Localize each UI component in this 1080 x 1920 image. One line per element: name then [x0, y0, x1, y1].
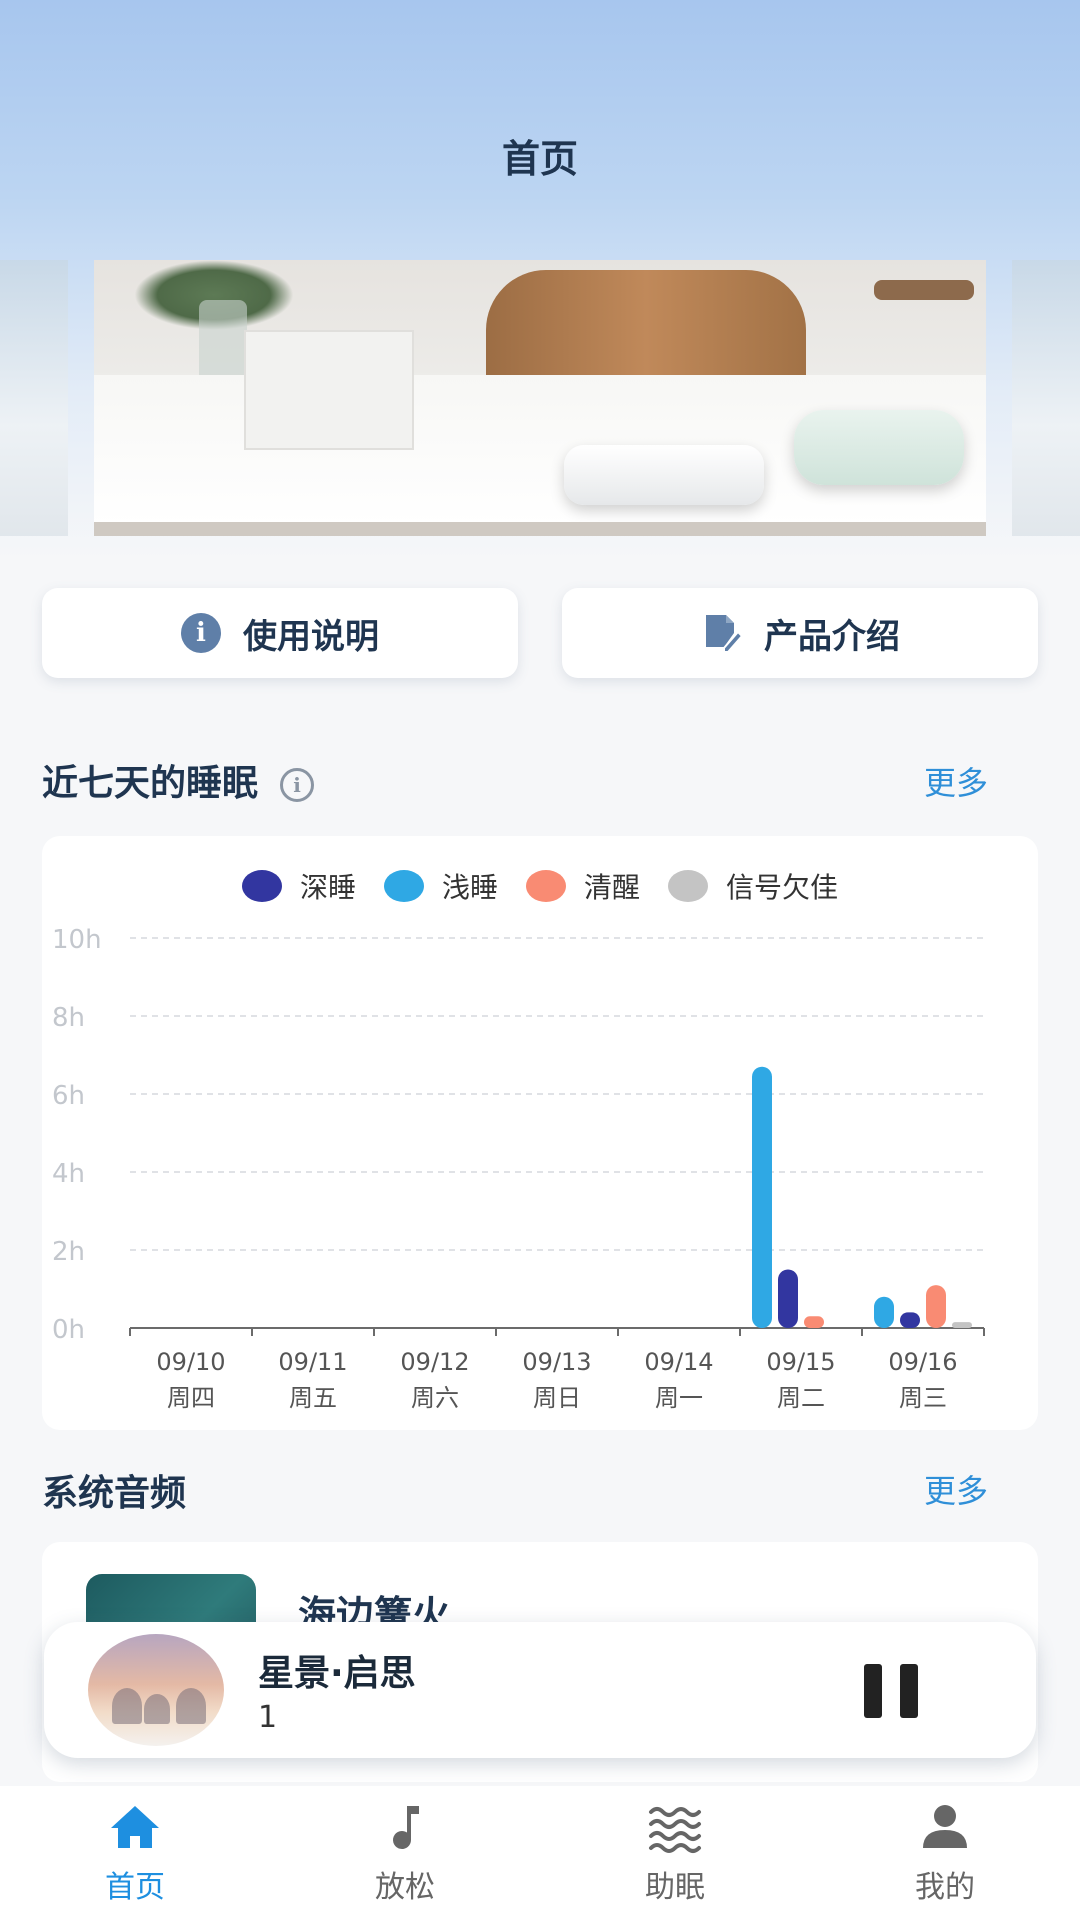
bar-浅睡	[874, 1296, 894, 1328]
product-intro-button[interactable]: 产品介绍	[562, 588, 1038, 678]
y-tick-label: 6h	[52, 1081, 85, 1111]
x-weekday-label: 周一	[655, 1384, 703, 1412]
nav-item-label: 助眠	[645, 1870, 705, 1905]
banner-prev-peek[interactable]	[0, 260, 68, 536]
page-title: 首页	[501, 137, 578, 181]
waves-icon	[649, 1807, 701, 1853]
banner-next-peek[interactable]	[1012, 260, 1080, 536]
nav-item-label: 放松	[375, 1870, 435, 1905]
y-tick-label: 2h	[52, 1237, 85, 1267]
manual-button-label: 使用说明	[243, 616, 379, 657]
document-edit-icon	[706, 615, 742, 653]
y-tick-label: 10h	[52, 925, 102, 955]
product-intro-button-label: 产品介绍	[764, 616, 900, 657]
x-tick-label: 09/13	[522, 1348, 591, 1376]
x-tick-label: 09/16	[888, 1348, 957, 1376]
banner-shelf	[874, 280, 974, 300]
x-tick-label: 09/11	[278, 1348, 347, 1376]
y-tick-label: 8h	[52, 1003, 85, 1033]
banner-device-white	[564, 445, 764, 505]
y-tick-label: 0h	[52, 1315, 85, 1345]
banner-table-edge	[94, 522, 986, 536]
x-weekday-label: 周六	[411, 1384, 459, 1412]
player-track-subtitle: 1	[258, 1700, 278, 1735]
x-weekday-label: 周四	[167, 1384, 215, 1412]
pause-icon-bar-right	[900, 1664, 918, 1718]
pause-button[interactable]	[864, 1664, 918, 1718]
banner-box	[244, 330, 414, 450]
x-weekday-label: 周三	[899, 1384, 947, 1412]
banner-device-green	[794, 410, 964, 485]
player-track-title: 星景·启思	[258, 1653, 416, 1694]
y-tick-label: 4h	[52, 1159, 85, 1189]
x-weekday-label: 周日	[533, 1384, 581, 1412]
info-icon: i	[181, 613, 221, 653]
manual-button[interactable]: i 使用说明	[42, 588, 518, 678]
sleep-chart-card: 深睡 浅睡 清醒 信号欠佳 0h 2h 4h 6h 8h 10h 09/10 周四 09/11 周五 09…	[42, 836, 1038, 1430]
nav-item-relax[interactable]: 放松	[270, 1786, 540, 1920]
banner-image[interactable]	[94, 260, 986, 536]
bar-深睡	[900, 1312, 920, 1328]
bar-清醒	[804, 1316, 824, 1328]
sleep-section-title-text: 近七天的睡眠	[42, 763, 259, 804]
pause-icon-bar-left	[864, 1664, 882, 1718]
x-tick-label: 09/14	[644, 1348, 713, 1376]
home-icon	[111, 1806, 159, 1848]
info-circle-icon[interactable]: i	[280, 768, 315, 802]
nav-item-sleep-aid[interactable]: 助眠	[540, 1786, 810, 1920]
nav-item-mine[interactable]: 我的	[810, 1786, 1080, 1920]
nav-item-home[interactable]: 首页	[0, 1786, 270, 1920]
user-icon	[923, 1805, 967, 1848]
nav-item-label: 首页	[105, 1870, 165, 1905]
music-note-icon	[393, 1806, 419, 1849]
sleep-more-link[interactable]: 更多	[924, 758, 988, 804]
sleep-chart: 0h 2h 4h 6h 8h 10h 09/10 周四 09/11 周五 09/12 周六 09/13 周…	[52, 925, 985, 1412]
sleep-section-title: 近七天的睡眠 i	[42, 754, 315, 806]
bar-清醒	[926, 1285, 946, 1328]
x-tick-label: 09/15	[766, 1348, 835, 1376]
bar-深睡	[778, 1269, 798, 1328]
x-weekday-label: 周二	[777, 1384, 825, 1412]
audio-section-title: 系统音频	[42, 1473, 187, 1514]
x-tick-label: 09/10	[156, 1348, 225, 1376]
bar-信号欠佳	[952, 1322, 972, 1328]
audio-more-link[interactable]: 更多	[924, 1466, 988, 1512]
x-tick-label: 09/12	[400, 1348, 469, 1376]
player-cover-art	[88, 1634, 224, 1746]
bottom-nav: 首页 放松 助眠 我的	[0, 1786, 1080, 1920]
bar-浅睡	[752, 1066, 772, 1328]
mini-player[interactable]: 星景·启思 1	[44, 1622, 1036, 1758]
banner-chair	[486, 270, 806, 390]
nav-item-label: 我的	[915, 1870, 975, 1905]
x-weekday-label: 周五	[289, 1384, 337, 1412]
